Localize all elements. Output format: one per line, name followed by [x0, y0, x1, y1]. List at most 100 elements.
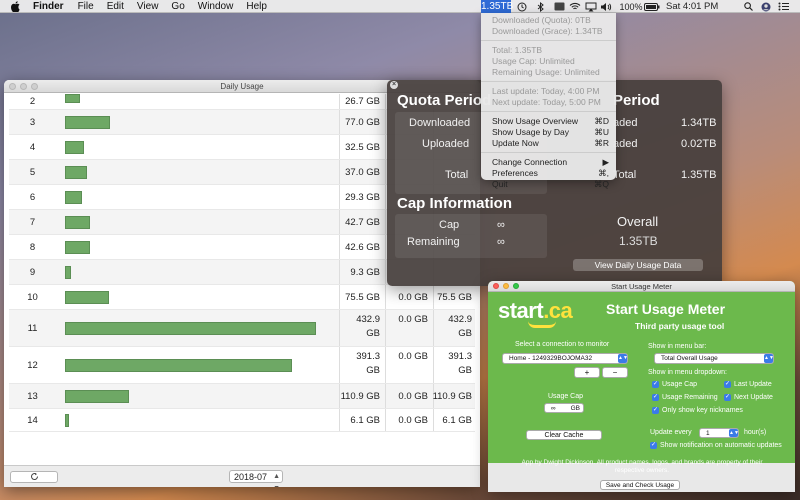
select-connection-label: Select a connection to monitor [515, 341, 610, 348]
sum-subheading: Third party usage tool [635, 321, 725, 331]
menu-item-preferences[interactable]: Preferences ⌘, [481, 168, 616, 179]
table-row[interactable]: 14 6.1 GB 0.0 GB 6.1 GB [9, 409, 475, 432]
close-icon[interactable]: × [390, 81, 398, 89]
minimize-button[interactable] [503, 283, 509, 289]
table-row[interactable]: 10 75.5 GB 0.0 GB 75.5 GB [9, 285, 475, 310]
only-key-nicknames-checkbox[interactable]: ✓ Only show key nicknames [652, 407, 743, 414]
total-usage-cell: 42.6 GB [339, 235, 382, 259]
menu-item-quit[interactable]: Quit ⌘Q [481, 179, 616, 190]
menu-item-change-connection[interactable]: Change Connection ▶ [481, 157, 616, 168]
shortcut: ⌘R [594, 138, 609, 148]
download-usage-cell: 0.0 GB [385, 384, 430, 408]
table-row[interactable]: 11 432.9 GB 0.0 GB 432.9 GB [9, 310, 475, 347]
menu-separator [481, 40, 616, 41]
last-update-checkbox[interactable]: ✓ Last Update [724, 381, 772, 388]
bluetooth-icon[interactable] [536, 1, 546, 12]
user-icon[interactable] [760, 1, 771, 12]
checkmark-icon: ✓ [724, 381, 731, 388]
save-and-check-button[interactable]: Save and Check Usage [600, 480, 680, 490]
refresh-button[interactable] [10, 471, 58, 483]
notification-center-icon[interactable] [777, 1, 791, 12]
total-usage-cell: 26.7 GB [339, 94, 382, 109]
menu-item-show-usage-overview[interactable]: Show Usage Overview ⌘D [481, 116, 616, 127]
close-button[interactable] [493, 283, 499, 289]
menu-file[interactable]: File [78, 1, 94, 12]
usage-remaining-checkbox[interactable]: ✓ Usage Remaining [652, 394, 718, 401]
day-number: 3 [29, 117, 36, 128]
zoom-button[interactable] [513, 283, 519, 289]
menu-edit[interactable]: Edit [107, 1, 124, 12]
menu-separator [481, 152, 616, 153]
usage-cap-field[interactable]: ∞ GB [544, 403, 584, 413]
show-notification-checkbox[interactable]: ✓ Show notification on automatic updates [650, 442, 782, 449]
menu-go[interactable]: Go [171, 1, 184, 12]
total-usage-value: 42.6 GB [345, 242, 380, 253]
upload-usage-value: 432.9 GB [448, 314, 472, 339]
upload-usage-value: 391.3 GB [448, 351, 472, 376]
script-menu-icon[interactable] [553, 1, 565, 12]
total-usage-value: 9.3 GB [350, 267, 380, 278]
next-update-checkbox[interactable]: ✓ Next Update [724, 394, 773, 401]
start-usage-meter-window: Start Usage Meter start.ca Start Usage M… [488, 281, 795, 492]
submenu-arrow-icon: ▶ [602, 157, 609, 167]
update-interval-select[interactable]: 1 ▲▼ [699, 428, 739, 438]
airplay-icon[interactable] [585, 1, 597, 12]
menu-item-label: Show Usage Overview [492, 116, 578, 126]
total-usage-value: 432.9 GB [356, 314, 380, 339]
menu-item-update-now[interactable]: Update Now ⌘R [481, 138, 616, 149]
shortcut: ⌘D [594, 116, 609, 126]
minimize-button[interactable] [20, 83, 27, 90]
daily-usage-footer: 2018-07 ▲▼ [4, 465, 480, 487]
remove-connection-button[interactable]: − [602, 367, 628, 378]
usage-bar [65, 359, 292, 372]
table-row[interactable]: 12 391.3 GB 0.0 GB 391.3 GB [9, 347, 475, 384]
sum-titlebar[interactable]: Start Usage Meter [488, 281, 795, 292]
upload-usage-value: 75.5 GB [437, 292, 472, 303]
update-unit-label: hour(s) [744, 429, 767, 436]
table-row[interactable]: 13 110.9 GB 0.0 GB 110.9 GB [9, 384, 475, 409]
time-machine-icon[interactable] [517, 1, 527, 12]
clock[interactable]: Sat 4:01 PM [666, 1, 728, 12]
dropdown-stat: Total: 1.35TB [492, 45, 543, 55]
zoom-button[interactable] [31, 83, 38, 90]
total-usage-value: 6.1 GB [350, 415, 380, 426]
menu-item-show-usage-by-day[interactable]: Show Usage by Day ⌘U [481, 127, 616, 138]
menubar-display-select[interactable]: Total Overall Usage ▲▼ [654, 353, 774, 364]
clear-cache-button[interactable]: Clear Cache [526, 430, 602, 440]
usage-cap-checkbox[interactable]: ✓ Usage Cap [652, 381, 697, 388]
volume-icon[interactable] [600, 1, 612, 12]
usage-bar [65, 141, 84, 154]
usage-cap-unit: GB [570, 405, 580, 412]
apple-icon[interactable] [11, 0, 23, 12]
remaining-value: ∞ [497, 236, 505, 248]
month-selector[interactable]: 2018-07 ▲▼ [229, 470, 283, 487]
menu-window[interactable]: Window [198, 1, 234, 12]
battery-icon[interactable] [644, 1, 660, 12]
overall-label: Overall [617, 214, 659, 229]
day-number: 8 [29, 242, 36, 253]
total-usage-cell: 75.5 GB [339, 285, 382, 309]
total-usage-value: 77.0 GB [345, 117, 380, 128]
menu-help[interactable]: Help [246, 1, 267, 12]
download-usage-cell: 0.0 GB [385, 347, 430, 383]
total-usage-value: 29.3 GB [345, 192, 380, 203]
total-usage-cell: 77.0 GB [339, 110, 382, 134]
usage-menubar-item[interactable]: 1.35TB [481, 0, 513, 13]
view-daily-usage-button[interactable]: View Daily Usage Data [573, 259, 703, 271]
total-label: Total [445, 169, 469, 181]
day-number: 9 [29, 267, 36, 278]
usage-bar [65, 414, 69, 427]
day-number: 5 [29, 167, 36, 178]
menu-item-label: Update Now [492, 138, 539, 148]
add-connection-button[interactable]: + [574, 367, 600, 378]
menu-view[interactable]: View [137, 1, 159, 12]
wifi-icon[interactable] [569, 1, 581, 12]
spotlight-icon[interactable] [743, 1, 753, 12]
stepper-icon[interactable]: ▲▼ [273, 471, 280, 487]
uploaded-label: Uploaded [422, 138, 470, 150]
close-button[interactable] [9, 83, 16, 90]
connection-select[interactable]: Home - 1249329BOJOMA32 ▲▼ [502, 353, 628, 364]
day-number: 13 [27, 391, 38, 402]
menu-finder[interactable]: Finder [33, 1, 64, 12]
shortcut: ⌘, [598, 168, 609, 178]
